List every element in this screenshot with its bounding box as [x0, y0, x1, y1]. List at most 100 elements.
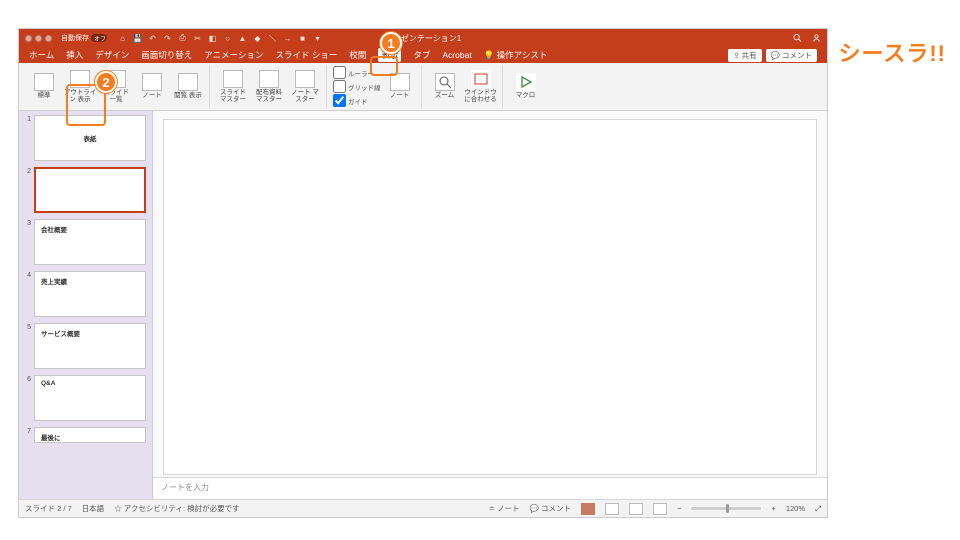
ruler-checkbox[interactable]: ルーラー: [333, 66, 381, 79]
thumb-wrap-4[interactable]: 4 売上実績: [21, 271, 146, 317]
status-comments-button[interactable]: 💬 コメント: [530, 503, 571, 514]
thumb-7[interactable]: 最後に: [34, 427, 146, 443]
ribbon-group-macros: マクロ: [505, 65, 547, 108]
print-icon[interactable]: ⎙: [178, 34, 187, 43]
shape2-icon[interactable]: ▲: [238, 34, 247, 43]
slide-master-button[interactable]: スライド マスター: [216, 70, 250, 103]
undo-icon[interactable]: ↶: [148, 34, 157, 43]
close-dot[interactable]: [25, 35, 32, 42]
handout-master-button[interactable]: 配布資料 マスター: [252, 70, 286, 103]
operation-assist[interactable]: 💡 操作アシスト: [484, 49, 548, 61]
notes-toggle-button[interactable]: ノート: [383, 73, 417, 99]
ribbon-group-zoom: ズーム ウインドウ に合わせる: [424, 65, 503, 108]
comments-button[interactable]: 💬 コメント: [766, 49, 817, 62]
ribbon-view: 標準 アウトライン 表示 スライド 一覧 ノート 閲覧 表示 スライド マスター…: [19, 63, 827, 111]
menu-design[interactable]: デザイン: [95, 49, 129, 61]
menubar: ホーム 挿入 デザイン 画面切り替え アニメーション スライド ショー 校閲 表…: [19, 47, 827, 63]
view-normal-icon[interactable]: [581, 503, 595, 515]
autosave-pill: オフ: [91, 34, 107, 42]
thumb-wrap-2[interactable]: 2: [21, 167, 146, 213]
menu-home[interactable]: ホーム: [29, 49, 54, 61]
share-button[interactable]: ⇪ 共有: [728, 49, 761, 62]
thumb-4[interactable]: 売上実績: [34, 271, 146, 317]
slide-canvas[interactable]: [163, 119, 817, 475]
fit-window-button[interactable]: ウインドウ に合わせる: [464, 70, 498, 103]
arrow-icon[interactable]: →: [283, 34, 292, 43]
menu-tab-extra[interactable]: タブ: [413, 49, 430, 61]
tutorial-brand: シースラ!!: [838, 36, 946, 68]
view-normal-button[interactable]: 標準: [27, 73, 61, 99]
window-controls: 自動保存 オフ ⌂ 💾 ↶ ↷ ⎙ ✂ ◧ ○ ▲ ◆ ＼ → ■ ▾: [25, 33, 322, 43]
powerpoint-window: 自動保存 オフ ⌂ 💾 ↶ ↷ ⎙ ✂ ◧ ○ ▲ ◆ ＼ → ■ ▾ プレゼン…: [18, 28, 828, 518]
rect-icon[interactable]: ■: [298, 34, 307, 43]
zoom-dot[interactable]: [45, 35, 52, 42]
account-icon[interactable]: [812, 34, 821, 43]
ribbon-group-master-views: スライド マスター 配布資料 マスター ノート マスター: [212, 65, 327, 108]
minimize-dot[interactable]: [35, 35, 42, 42]
menu-slideshow[interactable]: スライド ショー: [275, 49, 337, 61]
gridlines-checkbox[interactable]: グリッド線: [333, 80, 381, 93]
line-icon[interactable]: ＼: [268, 34, 277, 43]
thumb-2[interactable]: [34, 167, 146, 213]
view-notes-button[interactable]: ノート: [135, 73, 169, 99]
ribbon-group-presentation-views: 標準 アウトライン 表示 スライド 一覧 ノート 閲覧 表示: [23, 65, 210, 108]
fit-icon: [471, 70, 491, 88]
thumb-wrap-3[interactable]: 3 会社概要: [21, 219, 146, 265]
quick-access-toolbar: ⌂ 💾 ↶ ↷ ⎙ ✂ ◧ ○ ▲ ◆ ＼ → ■ ▾: [118, 34, 322, 43]
cut-icon[interactable]: ✂: [193, 34, 202, 43]
notes-pane[interactable]: ノートを入力: [153, 477, 827, 499]
editor-stage: ノートを入力: [153, 111, 827, 499]
menu-acrobat[interactable]: Acrobat: [442, 50, 471, 60]
view-slideshow-icon[interactable]: [653, 503, 667, 515]
thumb-5[interactable]: サービス概要: [34, 323, 146, 369]
chart-icon[interactable]: ◧: [208, 34, 217, 43]
home-icon[interactable]: ⌂: [118, 34, 127, 43]
ribbon-group-show: ルーラー グリッド線 ガイド ノート: [329, 65, 422, 108]
view-outline-button[interactable]: アウトライン 表示: [63, 70, 97, 103]
dropdown-icon[interactable]: ▾: [313, 34, 322, 43]
statusbar: スライド 2 / 7 日本語 ☆ アクセシビリティ: 検討が必要です ≐ ノート…: [19, 499, 827, 517]
play-icon: [516, 73, 536, 91]
thumb-wrap-5[interactable]: 5 サービス概要: [21, 323, 146, 369]
a11y-icon: ☆: [114, 504, 122, 513]
redo-icon[interactable]: ↷: [163, 34, 172, 43]
zoom-in-button[interactable]: +: [771, 504, 775, 513]
thumb-3[interactable]: 会社概要: [34, 219, 146, 265]
save-icon[interactable]: 💾: [133, 34, 142, 43]
shape3-icon[interactable]: ◆: [253, 34, 262, 43]
shape1-icon[interactable]: ○: [223, 34, 232, 43]
menu-review[interactable]: 校閲: [349, 49, 366, 61]
status-notes-button[interactable]: ≐ ノート: [489, 503, 520, 514]
callout-1: 1: [380, 32, 402, 54]
macros-button[interactable]: マクロ: [509, 73, 543, 99]
search-icon[interactable]: [793, 34, 802, 43]
menu-transition[interactable]: 画面切り替え: [141, 49, 192, 61]
slide-thumbnail-panel[interactable]: 1 表紙 2 3 会社概要 4 売上実績 5 サービス概要 6 Q&A: [19, 111, 153, 499]
thumb-wrap-7[interactable]: 7 最後に: [21, 427, 146, 443]
status-lang[interactable]: 日本語: [82, 503, 105, 514]
menu-animation[interactable]: アニメーション: [204, 49, 263, 61]
callout-2: 2: [95, 71, 117, 93]
zoom-button[interactable]: ズーム: [428, 73, 462, 99]
workspace: 1 表紙 2 3 会社概要 4 売上実績 5 サービス概要 6 Q&A: [19, 111, 827, 499]
zoom-out-button[interactable]: −: [677, 504, 681, 513]
zoom-slider[interactable]: [691, 507, 761, 510]
titlebar: 自動保存 オフ ⌂ 💾 ↶ ↷ ⎙ ✂ ◧ ○ ▲ ◆ ＼ → ■ ▾ プレゼン…: [19, 29, 827, 47]
notes-master-button[interactable]: ノート マスター: [288, 70, 322, 103]
comment-icon: 💬: [771, 51, 780, 60]
view-reading-button[interactable]: 閲覧 表示: [171, 73, 205, 99]
magnifier-icon: [435, 73, 455, 91]
thumb-6[interactable]: Q&A: [34, 375, 146, 421]
thumb-wrap-1[interactable]: 1 表紙: [21, 115, 146, 161]
guides-checkbox[interactable]: ガイド: [333, 94, 381, 107]
thumb-wrap-6[interactable]: 6 Q&A: [21, 375, 146, 421]
share-icon: ⇪: [733, 51, 739, 60]
view-reading-icon[interactable]: [629, 503, 643, 515]
zoom-percent[interactable]: 120%: [786, 504, 805, 513]
view-sorter-icon[interactable]: [605, 503, 619, 515]
thumb-1[interactable]: 表紙: [34, 115, 146, 161]
menu-insert[interactable]: 挿入: [66, 49, 83, 61]
status-a11y[interactable]: ☆ アクセシビリティ: 検討が必要です: [114, 503, 239, 514]
autosave-toggle[interactable]: 自動保存 オフ: [61, 33, 107, 43]
fit-toggle-icon[interactable]: ⤢: [815, 504, 821, 514]
